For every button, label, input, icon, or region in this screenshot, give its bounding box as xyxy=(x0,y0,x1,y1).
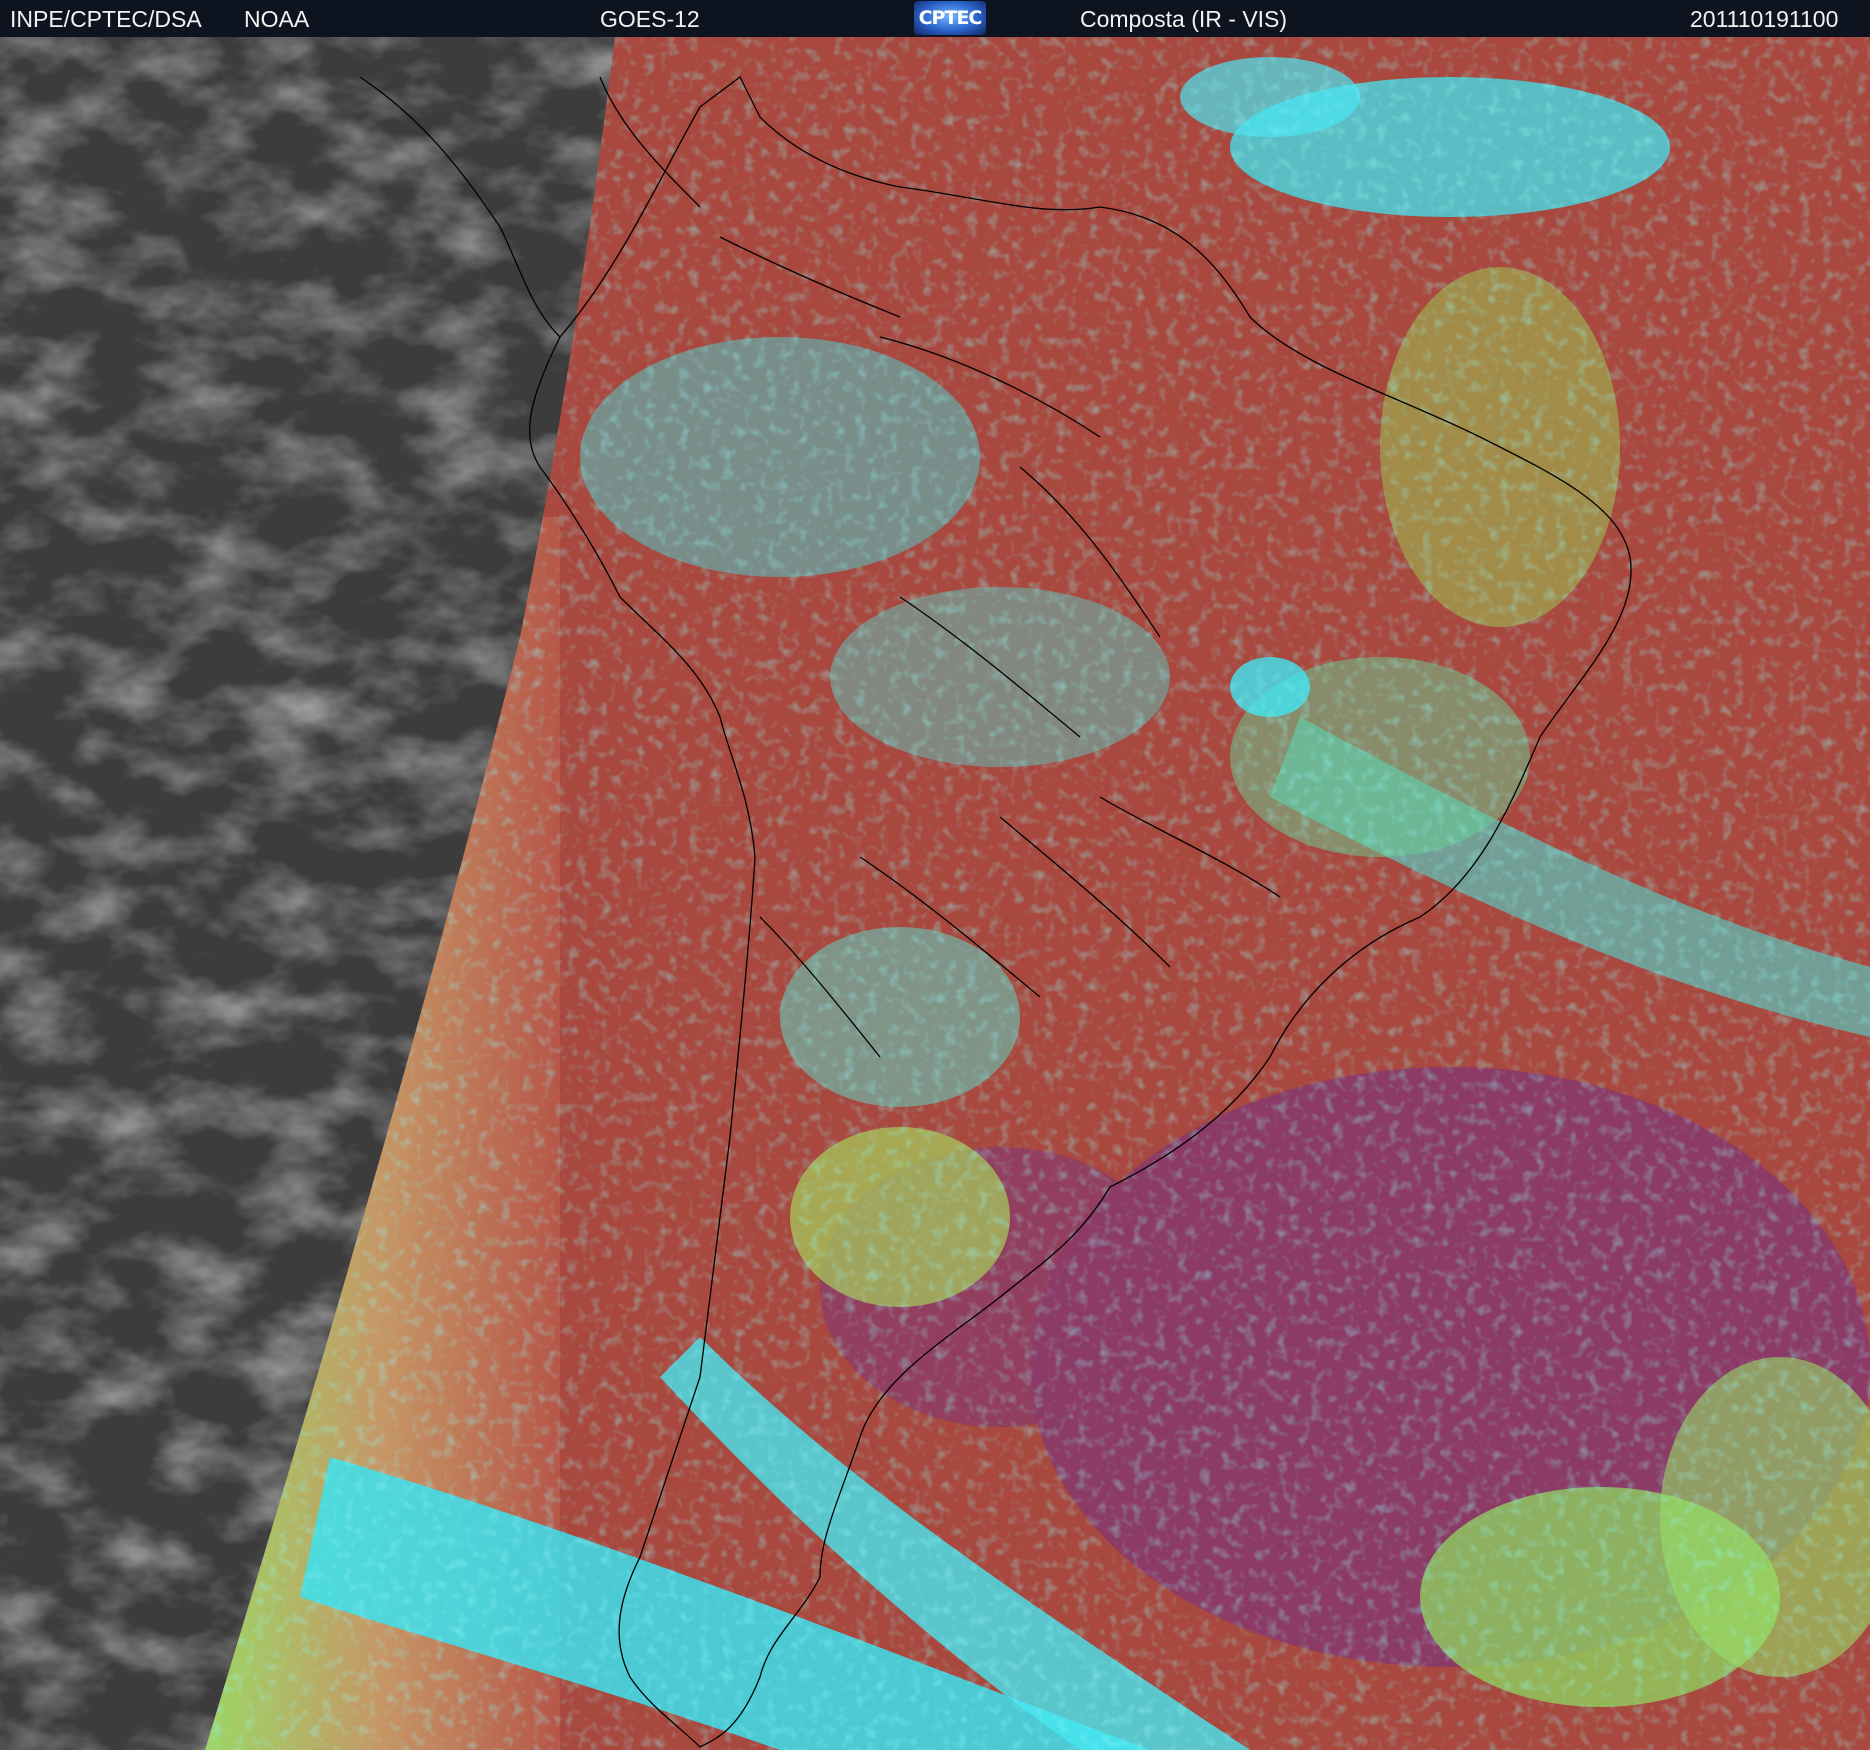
agency-label: NOAA xyxy=(244,6,310,32)
cptec-logo: CPTEC xyxy=(914,1,986,35)
timestamp-label: 201110191100 xyxy=(1690,6,1839,32)
header-bar: INPE/CPTEC/DSA NOAA GOES-12 CPTEC Compos… xyxy=(0,0,1870,37)
product-label: Composta (IR - VIS) xyxy=(1080,6,1288,32)
satellite-label: GOES-12 xyxy=(600,6,700,32)
source-label: INPE/CPTEC/DSA xyxy=(10,6,202,32)
satellite-map xyxy=(0,37,1870,1750)
